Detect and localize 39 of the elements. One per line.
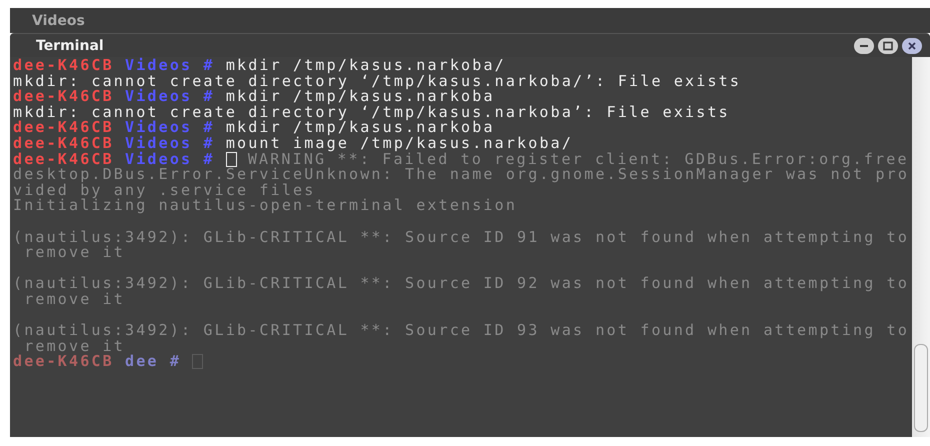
prompt-directory: Videos # — [125, 136, 216, 152]
prompt-directory: Videos # — [125, 120, 216, 136]
scrollbar[interactable] — [912, 57, 930, 437]
faded-output: (nautilus:3492): GLib-CRITICAL **: Source ID 93 was not found when attempting to — [13, 323, 910, 339]
prompt-host: dee-K46CB — [13, 152, 114, 168]
cursor — [226, 152, 237, 167]
terminal-output: mount image /tmp/kasus.narkoba/ — [226, 136, 574, 152]
prompt-host: dee-K46CB — [13, 89, 115, 105]
cursor — [192, 354, 204, 370]
terminal-output: mkdir: cannot create directory ‘/tmp/kasus.narkoba’: File exists — [13, 104, 730, 120]
prompt-host: dee-K46CB — [13, 136, 115, 152]
prompt-directory: Videos # — [125, 58, 216, 74]
faded-output: remove it — [24, 292, 126, 308]
minimize-button[interactable] — [854, 38, 874, 54]
scrollbar-thumb[interactable] — [914, 344, 928, 432]
faded-output: (nautilus:3492): GLib-CRITICAL **: Source ID 91 was not found when attempting to — [13, 230, 910, 246]
faded-output: (nautilus:3492): GLib-CRITICAL **: Source ID 92 was not found when attempting to — [13, 276, 910, 292]
prompt-host: dee-K46CB — [13, 354, 115, 370]
terminal-output: mkdir /tmp/kasus.narkoba/ — [226, 58, 506, 74]
faded-output: Initializing nautilus-open-terminal extension — [13, 198, 518, 214]
window-title: Videos — [32, 12, 85, 28]
prompt-directory: Videos # — [125, 89, 216, 105]
terminal-output: mkdir /tmp/kasus.narkoba — [226, 89, 495, 105]
faded-output: remove it — [24, 245, 126, 261]
faded-output: remove it — [24, 338, 126, 354]
close-icon — [907, 40, 917, 50]
faded-output: WARNING **: Failed to register client: GDBus.Error:org.free — [248, 152, 909, 168]
prompt-directory: Videos # — [125, 152, 215, 168]
prompt-host: dee-K46CB — [13, 120, 115, 136]
prompt-directory: dee # — [125, 354, 182, 370]
close-button[interactable] — [902, 38, 922, 54]
faded-output: vided by any .service files — [13, 182, 316, 198]
terminal-output: mkdir: cannot create directory ‘/tmp/kasus.narkoba/’: File exists — [13, 74, 742, 90]
prompt-host: dee-K46CB — [13, 58, 115, 74]
window-title: Terminal — [36, 38, 104, 54]
maximize-icon — [883, 40, 893, 50]
terminal-output: mkdir /tmp/kasus.narkoba — [226, 120, 495, 136]
faded-output: desktop.DBus.Error.ServiceUnknown: The name org.gnome.SessionManager was not pro — [13, 167, 910, 183]
maximize-button[interactable] — [878, 38, 898, 54]
